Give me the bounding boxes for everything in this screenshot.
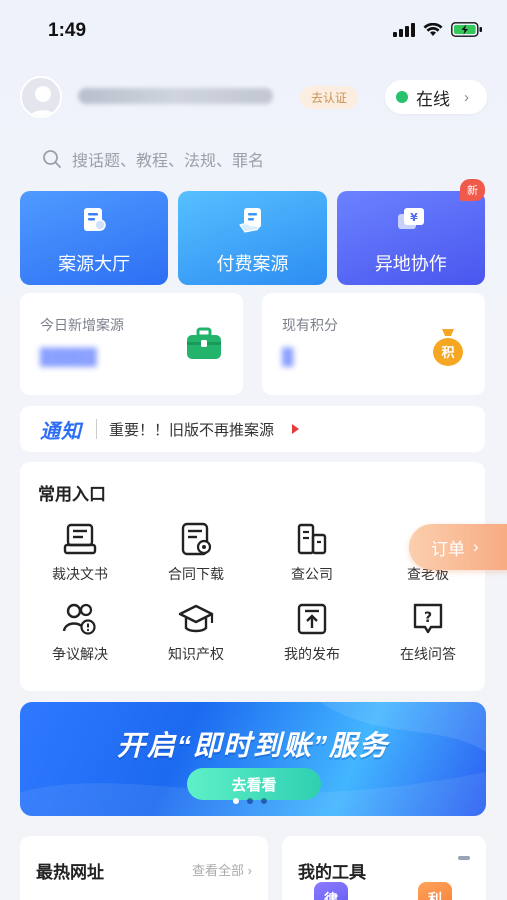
tile-label: 案源大厅 bbox=[58, 254, 131, 274]
order-label: 订单 bbox=[431, 539, 465, 559]
search-icon bbox=[43, 150, 61, 168]
avatar[interactable] bbox=[20, 76, 62, 118]
banner-title: 开启“即时到账”服务 bbox=[116, 730, 389, 761]
notice-bar[interactable]: 通知 重要！！旧版不再推案源 bbox=[20, 406, 485, 452]
profile-bar: 去认证 在线 › bbox=[20, 74, 487, 120]
hot-sites-card: 最热网址 查看全部 › bbox=[20, 836, 268, 900]
svg-text:¥: ¥ bbox=[410, 211, 418, 224]
section-title: 我的工具 bbox=[298, 863, 366, 882]
tile-paid-cases[interactable]: 付费案源 bbox=[178, 191, 327, 285]
entry-intellectual-property[interactable]: 知识产权 bbox=[148, 598, 244, 664]
entry-company-search[interactable]: 查公司 bbox=[264, 518, 360, 584]
entry-label: 我的发布 bbox=[284, 646, 340, 662]
stat-current-points[interactable]: 现有积分 █ 积 bbox=[262, 293, 485, 395]
carousel-dots bbox=[233, 798, 267, 804]
common-entries-card: 常用入口 裁决文书 合同下载 查公司 查老板 争议解决 知识产权 我的发布 ? … bbox=[20, 462, 485, 691]
carousel-dot[interactable] bbox=[247, 798, 253, 804]
document-user-icon bbox=[84, 208, 106, 231]
points-bag-icon: 积 bbox=[433, 329, 463, 366]
online-status-toggle[interactable]: 在线 › bbox=[385, 80, 487, 114]
battery-charging-icon bbox=[451, 22, 482, 37]
chevron-right-icon: › bbox=[464, 88, 469, 106]
stat-label: 今日新增案源 bbox=[40, 317, 124, 333]
entry-ruling-docs[interactable]: 裁决文书 bbox=[32, 518, 128, 584]
carousel-dot-active[interactable] bbox=[233, 798, 239, 804]
svg-text:?: ? bbox=[424, 610, 432, 626]
status-icons bbox=[393, 22, 483, 37]
dispute-people-icon bbox=[62, 603, 96, 635]
tool-chip-interest[interactable]: 利 bbox=[418, 882, 452, 900]
verify-button[interactable]: 去认证 bbox=[300, 86, 359, 109]
wifi-icon bbox=[423, 22, 443, 36]
yen-card-icon: ¥ bbox=[397, 208, 424, 229]
notice-text: 重要！！旧版不再推案源 bbox=[109, 421, 275, 439]
stat-today-new-cases[interactable]: 今日新增案源 █████ bbox=[20, 293, 243, 395]
contract-download-icon bbox=[181, 522, 212, 556]
order-float-button[interactable]: 订单 › bbox=[409, 524, 507, 570]
stat-value-redacted: █ bbox=[282, 349, 294, 366]
ruling-document-icon bbox=[63, 523, 97, 555]
points-bag-text: 积 bbox=[441, 345, 454, 361]
avatar-silhouette-icon bbox=[22, 78, 60, 116]
entry-label: 裁决文书 bbox=[52, 566, 108, 582]
entry-dispute-resolution[interactable]: 争议解决 bbox=[32, 598, 128, 664]
entry-label: 争议解决 bbox=[52, 646, 108, 662]
my-tools-card: 我的工具 律 利 bbox=[282, 836, 486, 900]
stat-value-redacted: █████ bbox=[40, 349, 97, 366]
entry-label: 合同下载 bbox=[168, 566, 224, 582]
collapse-icon[interactable] bbox=[458, 856, 470, 860]
banner-cta-button[interactable]: 去看看 bbox=[187, 768, 321, 800]
status-time: 1:49 bbox=[48, 20, 87, 41]
cellular-signal-icon bbox=[393, 22, 415, 37]
status-bar: 1:49 bbox=[0, 0, 507, 64]
entry-online-qa[interactable]: ? 在线问答 bbox=[380, 598, 476, 664]
online-dot-icon bbox=[396, 91, 408, 103]
promo-banner[interactable]: 开启“即时到账”服务 去看看 bbox=[20, 702, 486, 816]
notice-divider bbox=[96, 419, 97, 439]
chevron-right-icon: › bbox=[473, 537, 479, 556]
section-title: 最热网址 bbox=[36, 863, 104, 882]
search-placeholder: 搜话题、教程、法规、罪名 bbox=[72, 153, 265, 170]
view-all-link[interactable]: 查看全部 › bbox=[192, 860, 252, 879]
tile-case-hall[interactable]: 案源大厅 bbox=[20, 191, 169, 285]
document-hand-icon bbox=[239, 208, 262, 233]
tile-remote-collab[interactable]: 新 ¥ 异地协作 bbox=[336, 179, 485, 285]
search-bar[interactable]: 搜话题、教程、法规、罪名 bbox=[26, 140, 481, 178]
play-arrow-icon bbox=[292, 424, 300, 434]
stat-label: 现有积分 bbox=[282, 317, 338, 333]
section-title: 常用入口 bbox=[38, 485, 106, 504]
entry-label: 在线问答 bbox=[400, 646, 456, 662]
tile-label: 付费案源 bbox=[216, 254, 289, 274]
upload-box-icon bbox=[297, 603, 327, 635]
online-status-label: 在线 bbox=[416, 89, 450, 109]
view-all-label: 查看全部 bbox=[192, 863, 245, 878]
new-badge: 新 bbox=[459, 179, 485, 201]
user-name-redacted bbox=[78, 88, 273, 104]
graduation-cap-icon bbox=[178, 604, 214, 633]
company-building-icon bbox=[297, 523, 327, 555]
notice-logo: 通知 bbox=[40, 420, 82, 443]
entry-label: 知识产权 bbox=[168, 646, 224, 662]
carousel-dot[interactable] bbox=[261, 798, 267, 804]
entry-my-posts[interactable]: 我的发布 bbox=[264, 598, 360, 664]
briefcase-icon bbox=[187, 327, 221, 359]
feature-tiles: 案源大厅 付费案源 新 ¥ 异地协作 bbox=[20, 179, 485, 285]
entry-label: 查公司 bbox=[291, 566, 333, 582]
entry-contract-download[interactable]: 合同下载 bbox=[148, 518, 244, 584]
question-bubble-icon: ? bbox=[413, 603, 443, 634]
tool-chip-lawyer[interactable]: 律 bbox=[314, 882, 348, 900]
tile-label: 异地协作 bbox=[374, 254, 447, 274]
